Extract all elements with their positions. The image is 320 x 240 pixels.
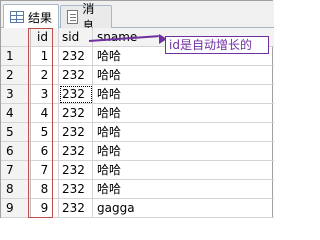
sname-cell[interactable]: 哈哈	[93, 123, 274, 142]
table-row[interactable]: 8 8 232 哈哈	[1, 180, 274, 199]
sname-cell[interactable]: 哈哈	[93, 161, 274, 180]
tab-strip: 结果 消息	[1, 1, 274, 33]
sid-cell[interactable]: 232	[59, 142, 93, 161]
messages-icon	[67, 10, 79, 24]
sid-cell[interactable]: 232	[59, 104, 93, 123]
sname-cell[interactable]: 哈哈	[93, 104, 274, 123]
tab-results-label: 结果	[28, 10, 53, 25]
sname-cell[interactable]: 哈哈	[93, 180, 274, 199]
id-cell[interactable]: 9	[31, 199, 59, 218]
column-header-sid[interactable]: sid	[59, 28, 93, 47]
sid-cell[interactable]: 232	[59, 180, 93, 199]
table-row[interactable]: 6 6 232 哈哈	[1, 142, 274, 161]
sid-cell[interactable]: 232	[59, 66, 93, 85]
sname-cell[interactable]: 哈哈	[93, 142, 274, 161]
id-cell[interactable]: 8	[31, 180, 59, 199]
sid-cell[interactable]: 232	[59, 47, 93, 66]
row-number-cell[interactable]: 5	[1, 123, 31, 142]
row-number-cell[interactable]: 6	[1, 142, 31, 161]
id-cell[interactable]: 6	[31, 142, 59, 161]
tab-messages[interactable]: 消息	[60, 2, 112, 33]
table-row[interactable]: 5 5 232 哈哈	[1, 123, 274, 142]
results-grid[interactable]: id sid sname 11232哈哈22232哈哈33232哈哈44232哈…	[1, 28, 274, 219]
sname-cell[interactable]: 哈哈	[93, 85, 274, 104]
sname-cell[interactable]: 哈哈	[93, 66, 274, 85]
row-number-cell[interactable]: 4	[1, 104, 31, 123]
column-header-id[interactable]: id	[31, 28, 59, 47]
grid-icon	[10, 11, 24, 23]
table-row[interactable]: 4 4 232 哈哈	[1, 104, 274, 123]
id-cell[interactable]: 5	[31, 123, 59, 142]
sid-cell[interactable]: 232	[59, 123, 93, 142]
corner-cell[interactable]	[1, 28, 31, 47]
id-cell[interactable]: 2	[31, 66, 59, 85]
row-number-cell[interactable]: 7	[1, 161, 31, 180]
results-pane: 结果 消息 id sid sname 11232哈哈22232哈哈33232哈哈…	[0, 0, 274, 219]
sid-cell[interactable]: 232	[59, 161, 93, 180]
row-number-cell[interactable]: 1	[1, 47, 31, 66]
table-row[interactable]: 7 7 232 哈哈	[1, 161, 274, 180]
id-cell[interactable]: 1	[31, 47, 59, 66]
sid-cell[interactable]: 232	[59, 85, 93, 104]
id-cell[interactable]: 7	[31, 161, 59, 180]
table-row[interactable]: 2 2 232 哈哈	[1, 66, 274, 85]
annotation-note: id是自动增长的	[165, 36, 269, 54]
table-row[interactable]: 3 3 232 哈哈	[1, 85, 274, 104]
row-number-cell[interactable]: 3	[1, 85, 31, 104]
row-number-cell[interactable]: 2	[1, 66, 31, 85]
sname-cell[interactable]: gagga	[93, 199, 274, 218]
table-row[interactable]: 9 9 232 gagga	[1, 199, 274, 218]
tab-results[interactable]: 结果	[3, 4, 59, 29]
id-cell[interactable]: 3	[31, 85, 59, 104]
id-cell[interactable]: 4	[31, 104, 59, 123]
row-number-cell[interactable]: 9	[1, 199, 31, 218]
sid-cell[interactable]: 232	[59, 199, 93, 218]
row-number-cell[interactable]: 8	[1, 180, 31, 199]
